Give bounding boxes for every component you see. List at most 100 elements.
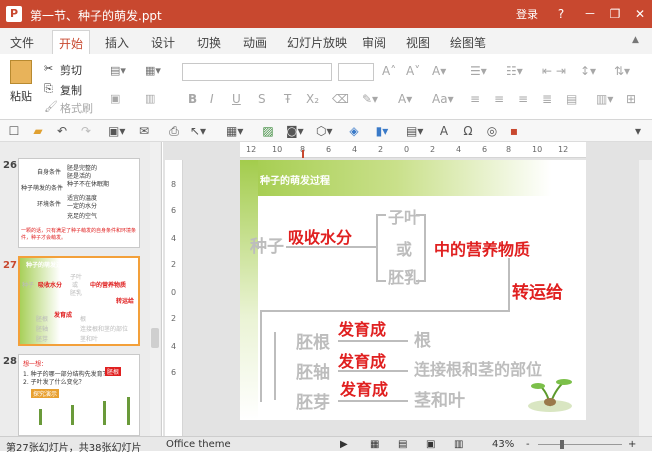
cut-button[interactable]: 剪切 (60, 62, 82, 78)
zoom-level[interactable]: 43% (492, 439, 514, 450)
highlight-icon[interactable]: ✎▾ (362, 92, 378, 106)
thumb-text: 茎和叶 (80, 336, 99, 343)
bracket-line (376, 214, 386, 216)
justify-icon[interactable]: ≣ (542, 92, 552, 106)
ruler-tick: 2 (171, 314, 177, 323)
scrollbar-thumb[interactable] (151, 328, 159, 348)
close-button[interactable]: ✕ (630, 4, 650, 24)
align-left-icon[interactable]: ≡ (470, 92, 480, 106)
shrink-font-icon[interactable]: A˅ (406, 64, 420, 78)
screenshot-icon[interactable]: ◙▾ (286, 123, 304, 139)
linespacing-icon[interactable]: ↕▾ (580, 64, 596, 78)
align-center-icon[interactable]: ≡ (494, 92, 504, 106)
restore-button[interactable]: ❐ (605, 4, 625, 24)
clear-format-icon[interactable]: ⌫ (332, 92, 349, 106)
format-painter-button[interactable]: 格式刷 (60, 100, 93, 116)
section-icon[interactable]: ▥ (145, 92, 155, 105)
tab-review[interactable]: 审阅 (362, 34, 386, 51)
minimize-button[interactable]: － (580, 4, 600, 24)
indent-icon[interactable]: ⇤ ⇥ (542, 64, 566, 78)
reading-view-icon[interactable]: ▤ (398, 439, 407, 450)
tab-file[interactable]: 文件 (10, 34, 34, 51)
tab-slideshow[interactable]: 幻灯片放映 (287, 34, 347, 51)
redo-icon[interactable]: ↷ (78, 123, 94, 139)
customize-qat-icon[interactable]: ▾ (630, 123, 646, 139)
zoom-in-button[interactable]: + (628, 439, 636, 450)
thumbnail-slide-26[interactable]: 自身条件 胚是完整的 胚是活的 种子不在休眠期 种子萌发的条件 环境条件 适宜的… (18, 158, 140, 248)
tab-home[interactable]: 开始 (52, 30, 91, 54)
window-title: 第一节、种子的萌发.ppt (30, 9, 162, 23)
slide-scrollbar[interactable] (639, 160, 652, 436)
select-icon[interactable]: ↖▾ (190, 123, 206, 139)
thumb-text: 一定的水分 (67, 203, 98, 210)
reset-icon[interactable]: ▣ (110, 92, 120, 105)
print-icon[interactable]: ⎙ (166, 123, 182, 139)
tab-view[interactable]: 视图 (406, 34, 430, 51)
shadow-icon[interactable]: S (258, 92, 266, 106)
symbol-icon[interactable]: Ω (460, 123, 476, 139)
font-size-select[interactable] (338, 63, 374, 81)
connector-line (508, 258, 510, 312)
new-slide-icon[interactable]: ▤▾ (110, 64, 126, 77)
font-color2-icon[interactable]: A▾ (398, 92, 412, 106)
layout-icon[interactable]: ▦▾ (145, 64, 161, 77)
seed-label: 种子 (250, 237, 284, 257)
open-folder-icon[interactable]: ▰ (30, 123, 46, 139)
font-color-icon[interactable]: A▾ (432, 64, 446, 78)
help-button[interactable]: ? (551, 4, 571, 24)
tab-design[interactable]: 设计 (151, 34, 175, 51)
table-icon[interactable]: ▦▾ (226, 123, 243, 139)
ruler-tick: 2 (171, 260, 177, 269)
chart-icon[interactable]: ▮▾ (374, 123, 390, 139)
login-button[interactable]: 登录 (516, 6, 538, 22)
numbering-icon[interactable]: ☷▾ (506, 64, 523, 78)
textbox-icon[interactable]: ▤▾ (406, 123, 423, 139)
copy-button[interactable]: 复制 (60, 82, 82, 98)
thumbnail-scrollbar[interactable] (150, 142, 160, 436)
pen-icon[interactable]: ▪ (506, 123, 522, 139)
direction-icon[interactable]: ⇅▾ (614, 64, 630, 78)
wordart-icon[interactable]: A (436, 123, 452, 139)
charspacing-icon[interactable]: Aa▾ (432, 92, 454, 106)
distribute-icon[interactable]: ▤ (566, 92, 577, 106)
grow-font-icon[interactable]: A˄ (382, 64, 396, 78)
tab-insert[interactable]: 插入 (105, 34, 129, 51)
italic-icon[interactable]: I (210, 92, 214, 106)
columns-icon[interactable]: ▥▾ (596, 92, 613, 106)
shapes-icon[interactable]: ⬡▾ (316, 123, 333, 139)
align-text-icon[interactable]: ⊞ (626, 92, 636, 106)
bullets-icon[interactable]: ☰▾ (470, 64, 487, 78)
tab-transitions[interactable]: 切换 (197, 34, 221, 51)
hypocotyl-label: 胚轴 (296, 363, 330, 383)
paste-button[interactable]: 粘贴 (10, 88, 32, 104)
save-icon[interactable]: ▣▾ (108, 123, 125, 139)
thumb-text: 探究演示 (31, 389, 60, 398)
bold-icon[interactable]: B (188, 92, 197, 106)
thumbnail-slide-28[interactable]: 想一想： 1. 种子的哪一部分结构先发育？ 2. 子叶发了什么变化？ 胚根 探究… (18, 354, 140, 436)
slideshow-view-icon[interactable]: ▣ (426, 439, 435, 450)
tab-pen[interactable]: 绘图笔 (450, 34, 486, 51)
subscript-icon[interactable]: X₂ (306, 92, 319, 106)
zoom-slider-thumb[interactable] (560, 440, 564, 449)
align-right-icon[interactable]: ≡ (518, 92, 528, 106)
font-name-select[interactable] (182, 63, 332, 81)
collapse-ribbon-icon[interactable]: ▲ (632, 35, 639, 45)
tab-animations[interactable]: 动画 (243, 34, 267, 51)
underline-icon[interactable]: U (232, 92, 241, 106)
record-icon[interactable]: ◎ (484, 123, 500, 139)
new-doc-icon[interactable]: ☐ (6, 123, 22, 139)
thumbnail-slide-27[interactable]: 种子的萌发过程 种子 吸收水分 子叶 或 胚乳 中的营养物质 转运给 胚根 发育… (18, 256, 140, 346)
bracket-line (424, 214, 426, 282)
smartart-icon[interactable]: ◈ (346, 123, 362, 139)
strikethrough-icon[interactable]: Ŧ (284, 92, 291, 106)
sorter-view-icon[interactable]: ▦ (370, 439, 379, 450)
picture-icon[interactable]: ▨ (260, 123, 276, 139)
zoom-slider[interactable] (538, 444, 622, 445)
undo-icon[interactable]: ↶ (54, 123, 70, 139)
ruler-indent-marker[interactable] (302, 150, 304, 158)
current-slide[interactable]: 种子的萌发过程 种子 吸收水分 子叶 或 胚乳 中的营养物质 转运给 胚根 发育… (240, 160, 586, 420)
normal-view-icon[interactable]: ▶ (340, 439, 348, 450)
email-icon[interactable]: ✉▾ (136, 123, 152, 154)
notes-view-icon[interactable]: ▥ (454, 439, 463, 450)
zoom-out-button[interactable]: - (526, 439, 530, 450)
